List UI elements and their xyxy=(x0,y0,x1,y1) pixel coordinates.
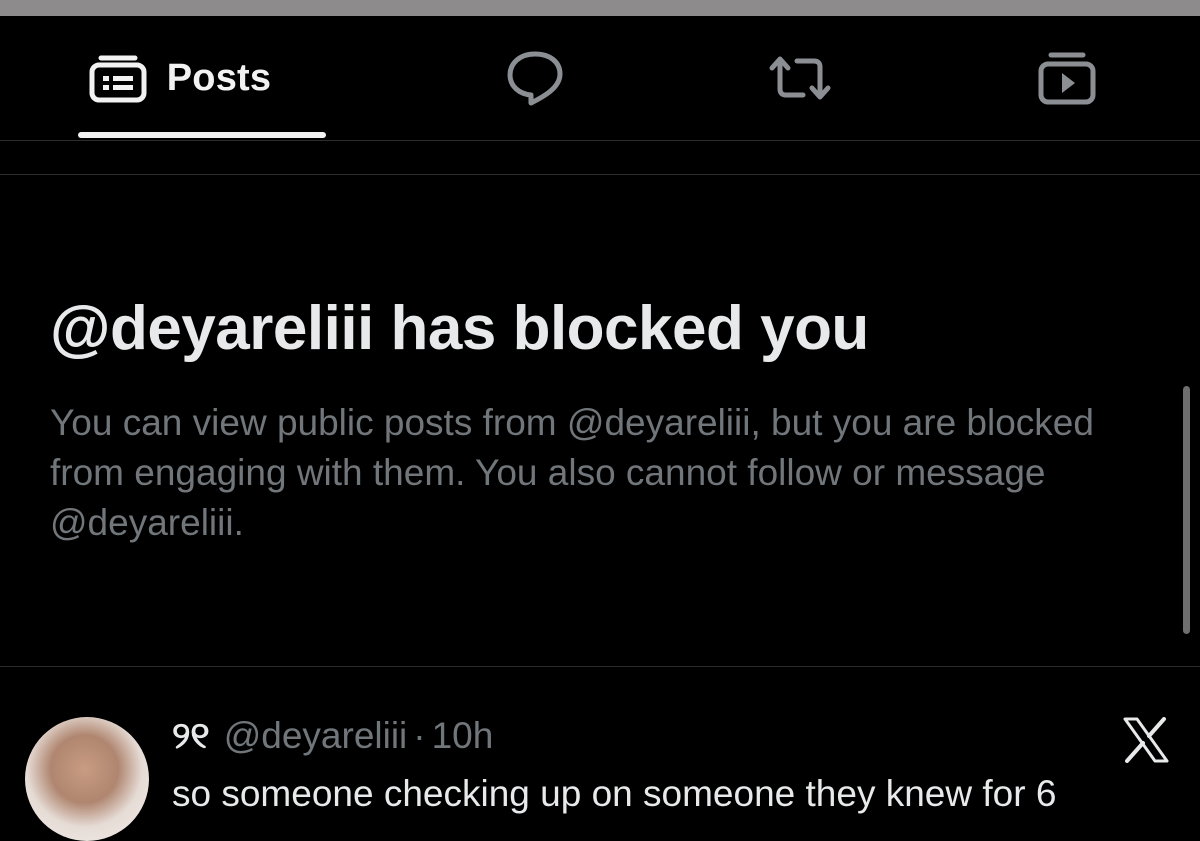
post-header: ୨୧ @deyareliii · 10h xyxy=(172,715,493,758)
blocked-notice: @deyareliii has blocked you You can view… xyxy=(50,290,1140,548)
divider xyxy=(0,140,1200,141)
x-logo-icon xyxy=(1122,717,1170,768)
divider xyxy=(0,174,1200,175)
post-text: so someone checking up on someone they k… xyxy=(172,773,1057,814)
selected-tab-indicator xyxy=(78,132,326,138)
post[interactable]: ୨୧ @deyareliii · 10h so someone checking… xyxy=(0,667,1200,841)
blocked-title: @deyareliii has blocked you xyxy=(50,294,869,363)
scrollbar[interactable] xyxy=(1183,386,1190,634)
tab-posts[interactable]: Posts xyxy=(40,16,320,140)
post-timestamp[interactable]: 10h xyxy=(432,715,494,757)
repost-icon xyxy=(767,53,833,103)
tab-media[interactable] xyxy=(1012,16,1122,140)
media-play-icon xyxy=(1037,50,1097,106)
tab-reposts[interactable] xyxy=(745,16,855,140)
profile-tab-bar: Posts xyxy=(0,16,1200,140)
tab-replies[interactable] xyxy=(480,16,590,140)
post-handle[interactable]: @deyareliii xyxy=(224,715,408,757)
tab-posts-label: Posts xyxy=(166,56,272,99)
blocked-description: You can view public posts from @deyareli… xyxy=(50,402,1094,543)
post-separator: · xyxy=(413,715,426,756)
post-display-name[interactable]: ୨୧ xyxy=(172,715,210,758)
top-strip xyxy=(0,0,1200,16)
posts-icon xyxy=(89,52,147,104)
reply-bubble-icon xyxy=(505,49,565,107)
avatar[interactable] xyxy=(25,717,149,841)
